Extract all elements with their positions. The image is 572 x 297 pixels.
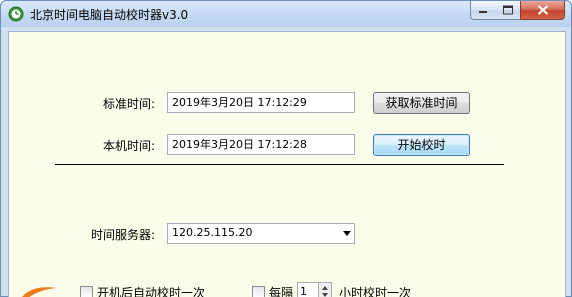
standard-time-label: 标准时间:	[103, 97, 156, 111]
window-title: 北京时间电脑自动校时器v3.0	[30, 8, 189, 22]
minimize-icon	[479, 11, 487, 13]
local-time-field[interactable]: 2019年3月20日 17:12:28	[167, 134, 355, 155]
get-standard-time-button[interactable]: 获取标准时间	[373, 92, 470, 114]
maximize-icon	[502, 5, 513, 15]
spin-up-icon[interactable]	[322, 286, 328, 290]
startup-sync-label: 开机后自动校时一次	[97, 286, 206, 297]
chevron-down-icon[interactable]	[343, 231, 351, 236]
spin-down-icon[interactable]	[322, 293, 328, 297]
close-button[interactable]	[520, 1, 565, 20]
interval-hours-input[interactable]: 1	[297, 282, 319, 297]
brand-swoosh-logo	[22, 287, 56, 297]
interval-spinner[interactable]	[318, 282, 332, 297]
title-bar[interactable]: 北京时间电脑自动校时器v3.0	[1, 1, 571, 27]
section-divider	[55, 164, 504, 165]
startup-sync-checkbox[interactable]	[80, 286, 93, 297]
interval-prefix-label: 每隔	[269, 286, 294, 297]
server-label: 时间服务器:	[91, 228, 156, 242]
local-time-label: 本机时间:	[103, 139, 156, 153]
close-icon	[537, 5, 548, 15]
interval-suffix-label: 小时校时一次	[339, 286, 412, 297]
interval-sync-checkbox[interactable]	[252, 286, 265, 297]
server-select-value: 120.25.115.20	[172, 226, 253, 239]
minimize-button[interactable]	[470, 1, 496, 20]
server-select[interactable]: 120.25.115.20	[167, 223, 355, 244]
maximize-button[interactable]	[495, 1, 521, 20]
standard-time-field[interactable]: 2019年3月20日 17:12:29	[167, 92, 355, 113]
start-sync-button[interactable]: 开始校时	[373, 134, 470, 156]
clock-app-icon	[8, 6, 24, 22]
